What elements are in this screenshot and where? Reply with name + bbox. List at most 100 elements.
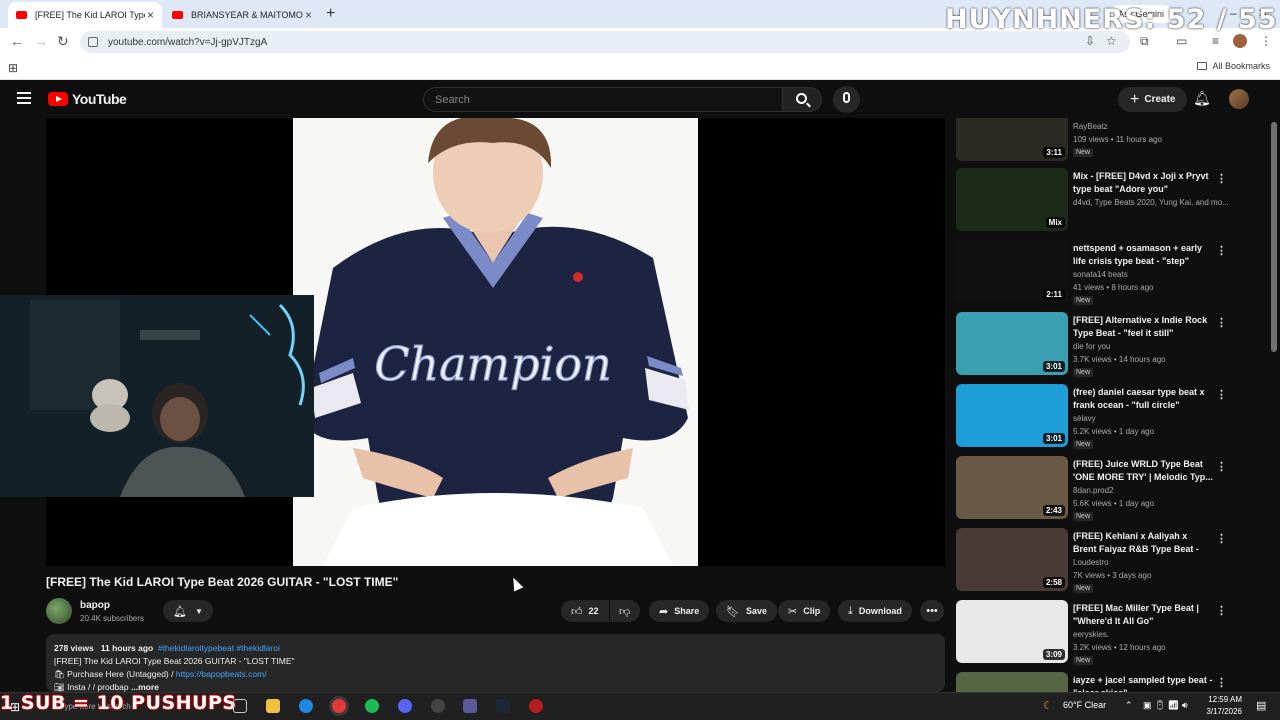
channel-avatar[interactable] xyxy=(46,598,72,624)
recommendation-channel[interactable]: die for you xyxy=(1073,342,1228,351)
install-icon[interactable]: ⇩ xyxy=(1085,34,1095,48)
tab-search-icon[interactable]: ≡ xyxy=(1212,34,1219,48)
recommendation-channel[interactable]: eeryskies. xyxy=(1073,630,1228,639)
more-vertical-icon[interactable]: ⋮ xyxy=(1216,604,1227,617)
extensions-icon[interactable]: ⧉ xyxy=(1140,34,1149,49)
edge-icon[interactable] xyxy=(299,699,313,713)
recommendation-thumbnail[interactable]: Mix xyxy=(956,168,1068,231)
more-vertical-icon[interactable]: ⋮ xyxy=(1216,532,1227,545)
recommendation-title[interactable]: iayze + jace! sampled type beat - "clear… xyxy=(1073,674,1213,692)
all-bookmarks-button[interactable]: All Bookmarks xyxy=(1197,61,1270,71)
user-avatar[interactable] xyxy=(1229,89,1249,109)
bookmark-star-icon[interactable]: ☆ xyxy=(1106,34,1117,48)
more-vertical-icon[interactable]: ⋮ xyxy=(1216,388,1227,401)
steam-icon[interactable] xyxy=(496,699,510,713)
create-button[interactable]: + Create xyxy=(1118,87,1188,112)
recommendation-title[interactable]: (FREE) Juice WRLD Type Beat 'ONE MORE TR… xyxy=(1073,458,1213,484)
recommendation-channel[interactable]: d4vd, Type Beats 2020, Yung Kai, and mo.… xyxy=(1073,198,1228,207)
recommendation-item[interactable]: 2:43 (FREE) Juice WRLD Type Beat 'ONE MOR… xyxy=(956,456,1236,522)
recommendation-item[interactable]: 2:58 (FREE) Kehlani x Aaliyah x Brent Fai… xyxy=(956,528,1236,594)
recommendation-title[interactable]: (free) daniel caesar type beat x frank o… xyxy=(1073,386,1213,412)
download-button[interactable]: ⤓ Download xyxy=(838,600,912,622)
more-vertical-icon[interactable]: ⋮ xyxy=(1216,676,1227,689)
recommendation-title[interactable]: [FREE] Mac Miller Type Beat | "Where'd I… xyxy=(1073,602,1213,628)
clip-button[interactable]: ✂ Clip xyxy=(778,600,831,622)
hashtags[interactable]: #thekidlaroitypebeat #thekidlaroi xyxy=(158,643,280,653)
channel-name[interactable]: bapop xyxy=(80,600,110,611)
recommendation-item[interactable]: 2:11 nettspend + osamason + early life cr… xyxy=(956,240,1236,306)
recommendation-thumbnail[interactable]: 3:09 xyxy=(956,600,1068,663)
recommendation-thumbnail[interactable]: 3:01 xyxy=(956,312,1068,375)
recommendation-channel[interactable]: sèlavy xyxy=(1073,414,1228,423)
description-box[interactable]: 278 views 11 hours ago #thekidlaroitypeb… xyxy=(46,634,945,692)
hamburger-menu-icon[interactable] xyxy=(17,92,31,104)
recommendation-item[interactable]: iayze + jace! sampled type beat - "clear… xyxy=(956,672,1236,692)
notifications-bell-icon[interactable]: 🔔︎ xyxy=(1193,90,1211,107)
recommendation-channel[interactable]: Loudestro xyxy=(1073,558,1228,567)
more-vertical-icon[interactable]: ⋮ xyxy=(1216,460,1227,473)
task-view-icon[interactable] xyxy=(233,699,247,713)
voice-search-button[interactable] xyxy=(833,86,860,113)
search-button[interactable] xyxy=(782,87,822,112)
search-input[interactable]: Search xyxy=(423,87,783,112)
cast-icon[interactable]: ▭ xyxy=(1176,34,1187,48)
app-icon[interactable] xyxy=(463,699,477,713)
obs-icon[interactable] xyxy=(431,699,445,713)
tray-chevron-up-icon[interactable]: ⌃ xyxy=(1125,700,1133,711)
subscribed-notification-button[interactable]: 🔔︎ ▼ xyxy=(163,600,213,622)
recommendation-thumbnail[interactable]: 3:01 xyxy=(956,384,1068,447)
recommendation-thumbnail[interactable]: 2:58 xyxy=(956,528,1068,591)
notifications-icon[interactable]: ▤ xyxy=(1256,699,1266,712)
reload-icon[interactable]: ↻ xyxy=(57,33,69,50)
purchase-link[interactable]: https://bapopbeats.com/ xyxy=(176,669,267,679)
apps-grid-icon[interactable]: ⊞ xyxy=(8,61,18,75)
file-explorer-icon[interactable] xyxy=(266,699,280,713)
chrome-menu-icon[interactable]: ⋮ xyxy=(1260,34,1272,48)
scroll-thumb[interactable] xyxy=(1271,122,1277,352)
tray-icons[interactable]: ▣ 🔋︎ 📶︎ 🔊︎ xyxy=(1143,700,1188,711)
recommendation-title[interactable]: Mix - [FREE] D4vd x Joji x Pryvt type be… xyxy=(1073,170,1213,196)
recommendation-item[interactable]: 3:01 (free) daniel caesar type beat x fra… xyxy=(956,384,1236,450)
recommendation-item[interactable]: Mix Mix - [FREE] D4vd x Joji x Pryvt type… xyxy=(956,168,1236,234)
dislike-button[interactable]: 👎︎ xyxy=(610,600,640,622)
recommendation-channel[interactable]: sonata14 beats xyxy=(1073,270,1228,279)
share-button[interactable]: ➦ Share xyxy=(649,600,710,622)
browser-tab-active[interactable]: [FREE] The Kid LAROI Type Beat × xyxy=(8,2,162,28)
more-vertical-icon[interactable]: ⋮ xyxy=(1216,244,1227,257)
back-icon[interactable]: ← xyxy=(10,33,24,49)
close-tab-icon[interactable]: × xyxy=(305,8,312,22)
system-clock[interactable]: 12:59 AM 3/17/2026 xyxy=(1200,694,1242,718)
recommendation-item[interactable]: 3:11 RayBeatz 109 views • 11 hours ago New xyxy=(956,118,1236,164)
youtube-logo[interactable]: YouTube xyxy=(48,91,127,107)
show-more-link[interactable]: ...more xyxy=(131,682,159,692)
discord-icon[interactable] xyxy=(398,699,412,713)
chrome-icon[interactable] xyxy=(332,699,346,713)
like-button[interactable]: 👍︎ 22 xyxy=(561,600,609,622)
recommendation-channel[interactable]: RayBeatz xyxy=(1073,122,1228,131)
close-tab-icon[interactable]: × xyxy=(147,8,154,22)
browser-tab[interactable]: BRIANSYEAR & MAITOMOE - L × xyxy=(164,2,320,28)
more-vertical-icon[interactable]: ⋮ xyxy=(1216,316,1227,329)
save-button[interactable]: 🔖︎ Save xyxy=(716,600,777,622)
more-actions-button[interactable]: ••• xyxy=(920,600,944,622)
page-scrollbar[interactable] xyxy=(1271,118,1277,692)
more-vertical-icon[interactable]: ⋮ xyxy=(1216,172,1227,185)
site-info-icon[interactable] xyxy=(88,37,98,47)
recommendation-channel[interactable]: 8dan.prod2 xyxy=(1073,486,1228,495)
new-tab-icon[interactable]: + xyxy=(326,5,335,23)
recommendation-title[interactable]: [FREE] Alternative x Indie Rock Type Bea… xyxy=(1073,314,1213,340)
recommendation-thumbnail[interactable]: 3:11 xyxy=(956,118,1068,161)
weather-icon[interactable]: ☾ xyxy=(1043,699,1053,712)
recommendation-title[interactable]: nettspend + osamason + early life crisis… xyxy=(1073,242,1213,268)
profile-avatar[interactable] xyxy=(1233,34,1247,48)
recommendation-thumbnail[interactable]: 2:11 xyxy=(956,240,1068,303)
opera-icon[interactable] xyxy=(529,699,543,713)
forward-icon[interactable]: → xyxy=(34,33,48,49)
recommendation-thumbnail[interactable] xyxy=(956,672,1068,692)
recommendation-item[interactable]: 3:01 [FREE] Alternative x Indie Rock Type… xyxy=(956,312,1236,378)
recommendation-item[interactable]: 3:09 [FREE] Mac Miller Type Beat | "Where… xyxy=(956,600,1236,666)
spotify-icon[interactable] xyxy=(365,699,379,713)
weather-text[interactable]: 60°F Clear xyxy=(1063,700,1106,710)
recommendation-thumbnail[interactable]: 2:43 xyxy=(956,456,1068,519)
recommendation-title[interactable]: (FREE) Kehlani x Aaliyah x Brent Faiyaz … xyxy=(1073,530,1213,556)
